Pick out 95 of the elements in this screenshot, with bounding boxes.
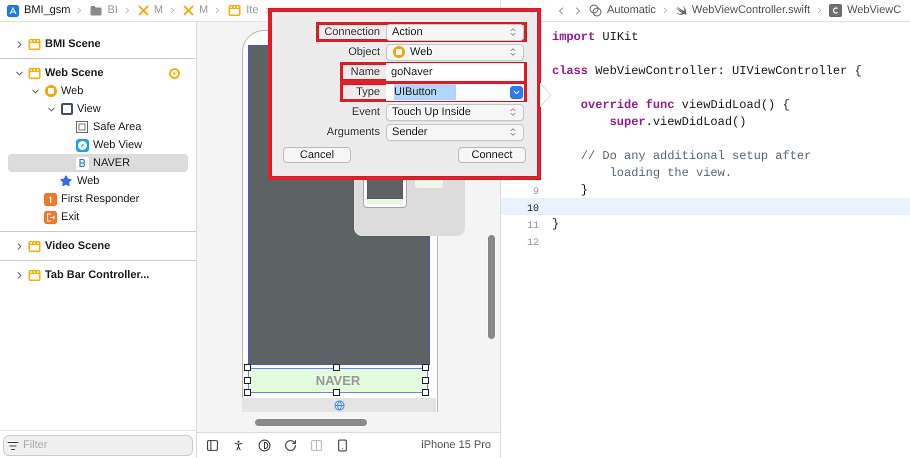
popup-menu[interactable]: Web xyxy=(386,44,524,60)
outline-item[interactable]: Safe Area xyxy=(8,118,188,136)
code-line: override func viewDidLoad() { xyxy=(580,96,790,114)
line-number: 12 xyxy=(526,238,539,248)
controller-icon xyxy=(44,84,58,98)
up-down-icon xyxy=(508,27,518,37)
scene-icon xyxy=(28,38,41,50)
name-field[interactable]: goNaver xyxy=(386,63,524,81)
scene-item[interactable]: Web Scene xyxy=(0,64,196,82)
compass-icon xyxy=(76,138,89,152)
path-segment[interactable]: WebViewController.swift xyxy=(692,2,810,19)
resize-handle[interactable] xyxy=(333,364,340,371)
device-name[interactable]: iPhone 15 Pro xyxy=(421,437,491,454)
cross-icon xyxy=(183,5,194,16)
folder-icon xyxy=(90,4,102,16)
globe-icon xyxy=(334,400,344,410)
outline-item[interactable]: First Responder xyxy=(8,190,188,208)
scene-item[interactable]: Tab Bar Controller... xyxy=(0,266,196,284)
item-label: Safe Area xyxy=(93,120,142,135)
up-down-icon xyxy=(508,47,518,57)
filter-input[interactable]: Filter xyxy=(23,437,189,454)
button-b-icon xyxy=(76,156,89,170)
code-line: // Do any additional setup after xyxy=(580,148,812,164)
code-line: import UIKit xyxy=(552,28,638,46)
code-line: } xyxy=(580,182,588,198)
line-number: 9 xyxy=(532,186,539,198)
popup-menu[interactable]: Sender xyxy=(386,124,524,140)
popover-arrow xyxy=(540,83,552,107)
item-label: Exit xyxy=(61,210,80,225)
cancel-button[interactable]: Cancel xyxy=(283,147,351,163)
controller-icon xyxy=(392,45,406,59)
outline-item[interactable]: Web xyxy=(8,82,188,100)
field-label: Arguments xyxy=(326,124,380,140)
view-icon xyxy=(60,102,74,116)
type-combo-box[interactable]: UIButton xyxy=(386,84,524,100)
horizontal-scrollbar[interactable] xyxy=(255,419,367,426)
code-line: loading the view. xyxy=(608,164,732,182)
code-line: } xyxy=(552,216,560,232)
vertical-scrollbar[interactable] xyxy=(488,235,495,339)
outline-item[interactable]: Web View xyxy=(8,136,188,154)
up-down-icon xyxy=(508,107,518,117)
outline-item[interactable]: Web xyxy=(8,172,188,190)
safe-area-icon xyxy=(76,121,88,133)
outline-item[interactable]: NAVER xyxy=(8,154,188,172)
field-label: Event xyxy=(352,104,380,120)
scene-label: Video Scene xyxy=(45,238,112,254)
popup-menu[interactable]: Action xyxy=(386,24,524,40)
device-icon[interactable] xyxy=(336,439,349,452)
field-label: Object xyxy=(348,44,380,60)
sidebar-icon[interactable] xyxy=(206,439,219,452)
path-segment[interactable]: WebViewC xyxy=(847,2,902,19)
scene-icon xyxy=(28,66,41,80)
appearance-icon[interactable] xyxy=(258,439,271,452)
popup-menu[interactable]: Touch Up Inside xyxy=(386,104,524,120)
accessibility-icon[interactable] xyxy=(232,439,245,452)
path-segment[interactable]: BMI_gsm xyxy=(24,2,70,19)
item-label: NAVER xyxy=(93,156,130,171)
scene-icon xyxy=(228,4,242,17)
linked-circles-icon xyxy=(589,4,602,17)
field-label: Name xyxy=(350,64,380,80)
scene-item[interactable]: BMI Scene xyxy=(0,35,196,53)
line-number: 10 xyxy=(526,204,539,214)
scene-item[interactable]: Video Scene xyxy=(0,237,196,255)
rotate-icon[interactable] xyxy=(284,439,297,452)
scene-label: Tab Bar Controller... xyxy=(45,268,150,283)
line-number: 11 xyxy=(526,220,539,232)
filter-field[interactable]: Filter xyxy=(3,435,193,456)
scene-icon xyxy=(28,240,41,252)
star-icon xyxy=(60,175,72,187)
item-label: View xyxy=(77,102,101,117)
scene-icon xyxy=(28,268,41,282)
filter-icon xyxy=(7,440,19,452)
item-label: Web xyxy=(61,84,84,99)
bird-icon xyxy=(674,5,687,16)
resize-handle[interactable] xyxy=(333,389,340,396)
connect-button[interactable]: Connect xyxy=(458,147,526,163)
code-line: super.viewDidLoad() xyxy=(608,114,746,130)
item-label: First Responder xyxy=(61,192,140,207)
path-segment[interactable]: Automatic xyxy=(607,2,656,19)
outline-item[interactable]: Exit xyxy=(8,208,188,226)
cross-icon xyxy=(138,5,149,16)
dropdown-button[interactable] xyxy=(510,86,523,98)
app-icon xyxy=(7,4,19,16)
up-down-icon xyxy=(508,127,518,137)
code-line: class WebViewController: UIViewController { xyxy=(552,62,862,80)
item-label: Web xyxy=(77,174,100,189)
class-icon xyxy=(829,4,842,17)
responder-icon xyxy=(44,192,57,206)
item-label: Web View xyxy=(93,138,142,153)
outline-item[interactable]: View xyxy=(8,100,188,118)
scene-label: BMI Scene xyxy=(45,36,102,52)
field-label: Type xyxy=(356,84,380,100)
field-label: Connection xyxy=(324,24,380,40)
scene-label: Web Scene xyxy=(45,66,104,81)
exit-icon xyxy=(44,210,57,224)
